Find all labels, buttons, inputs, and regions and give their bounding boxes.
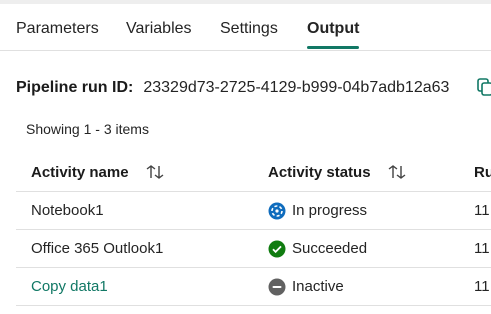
column-header-activity-status[interactable]: Activity status — [268, 153, 407, 191]
pipeline-run-id-value: 23329d73-2725-4129-b999-04b7adb12a63 — [143, 79, 450, 96]
status-text: Inactive — [292, 278, 344, 295]
table-row[interactable]: Office 365 Outlook1 Succeeded 11, — [16, 230, 491, 268]
in-progress-icon — [268, 202, 286, 220]
inactive-icon — [268, 278, 286, 296]
table-header: Activity name Activity status Ru — [16, 153, 491, 192]
tab-bar: Parameters Variables Settings Output — [0, 10, 491, 51]
column-header-label: Activity name — [31, 163, 129, 181]
run-start-cell: 11, — [474, 278, 491, 295]
pipeline-run-id: Pipeline run ID: 23329d73-2725-4129-b999-… — [16, 79, 449, 97]
succeeded-check-icon — [268, 240, 286, 258]
copy-icon[interactable] — [475, 77, 491, 97]
top-divider — [0, 0, 491, 4]
item-count-text: Showing 1 - 3 items — [26, 121, 149, 137]
activity-status: In progress — [268, 192, 367, 229]
status-text: In progress — [292, 202, 368, 219]
run-start-cell: 11, — [474, 202, 491, 219]
tab-variables[interactable]: Variables — [126, 20, 192, 38]
activity-status: Inactive — [268, 268, 344, 305]
status-text: Succeeded — [292, 240, 368, 257]
table-row[interactable]: Notebook1 In progress 11, — [16, 192, 491, 230]
column-header-label: Activity status — [268, 163, 371, 181]
column-header-activity-name[interactable]: Activity name — [31, 153, 165, 191]
tab-output[interactable]: Output — [307, 20, 360, 49]
column-header-run-start[interactable]: Ru — [474, 153, 491, 191]
tab-parameters[interactable]: Parameters — [16, 20, 99, 38]
run-start-cell: 11, — [474, 240, 491, 257]
tab-settings[interactable]: Settings — [220, 20, 278, 38]
sort-icon[interactable] — [387, 164, 407, 180]
activity-status: Succeeded — [268, 230, 367, 267]
activity-name: Notebook1 — [31, 202, 104, 219]
activity-name-link[interactable]: Copy data1 — [31, 268, 108, 305]
pipeline-run-id-label: Pipeline run ID: — [16, 79, 134, 96]
activity-name: Office 365 Outlook1 — [31, 240, 164, 257]
table-row[interactable]: Copy data1 Inactive 11, — [16, 268, 491, 306]
sort-icon[interactable] — [145, 164, 165, 180]
